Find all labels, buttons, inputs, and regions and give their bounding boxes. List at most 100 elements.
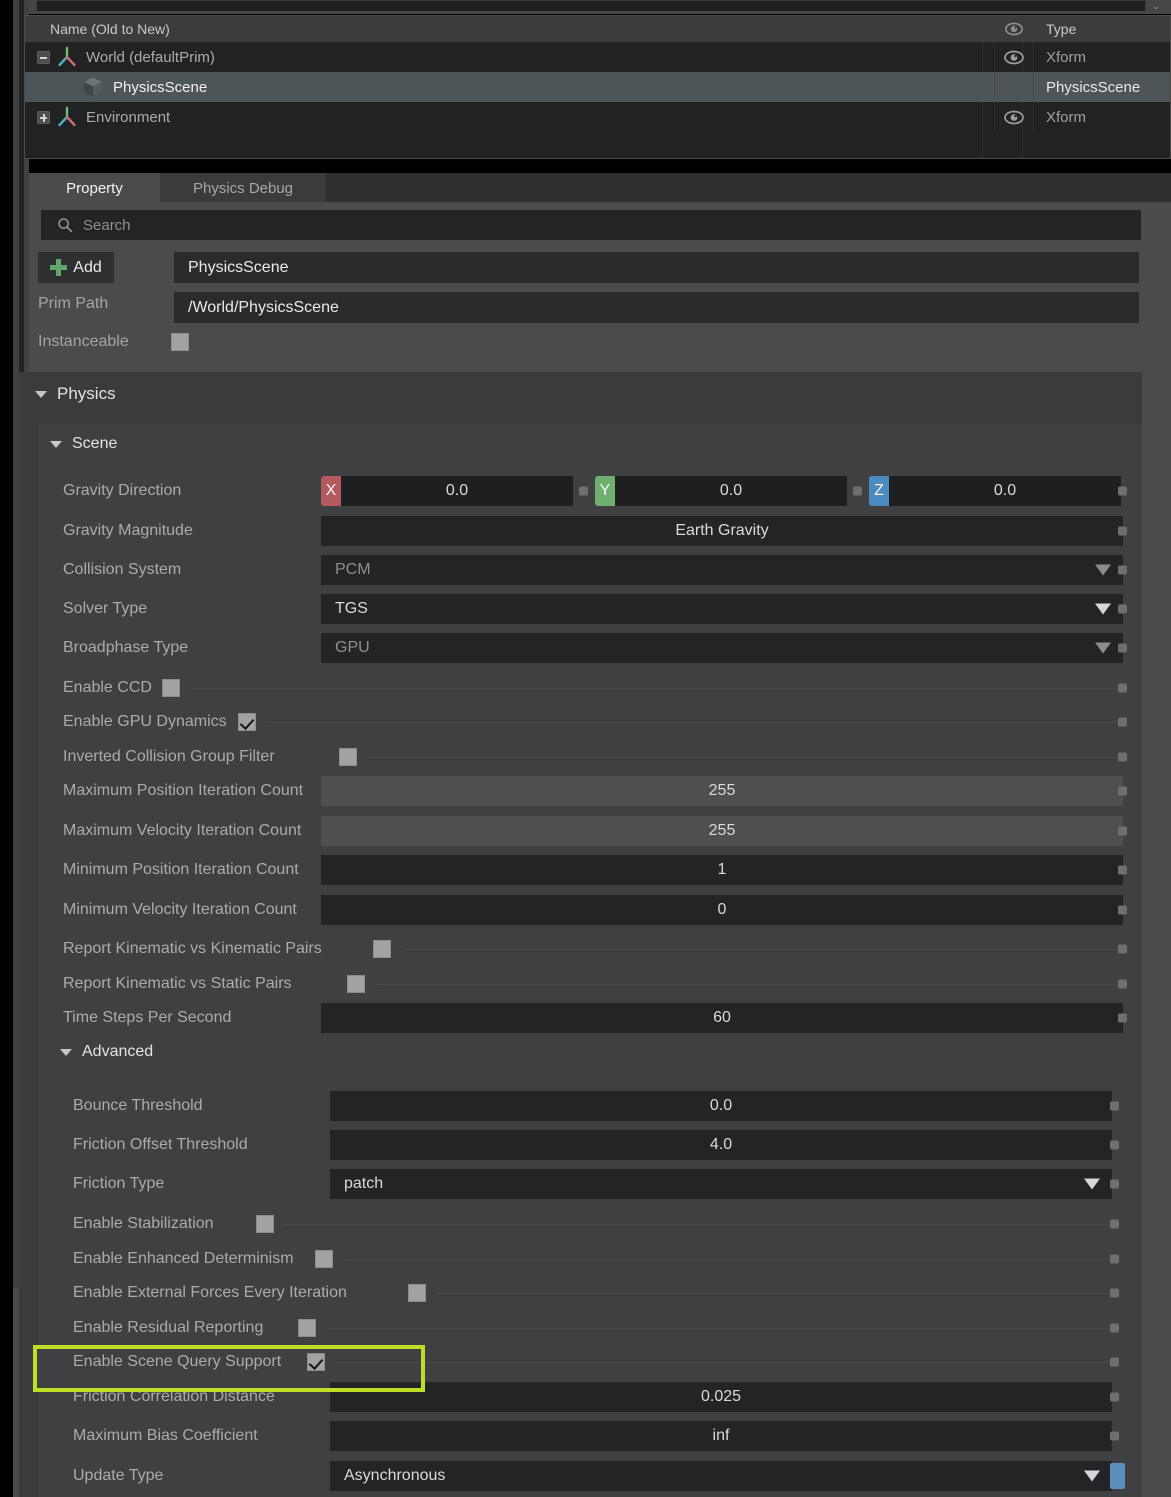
field-gravity-magnitude[interactable]: Earth Gravity xyxy=(321,515,1123,546)
field-minimum-velocity-iteration-count[interactable]: 0 xyxy=(321,894,1123,925)
property-override-button[interactable] xyxy=(1118,905,1127,914)
property-label-enable-scene-query-support: Enable Scene Query Support xyxy=(73,1352,282,1370)
instanceable-checkbox[interactable] xyxy=(171,333,189,351)
vector-component-x[interactable]: X 0.0 xyxy=(321,475,573,506)
checkbox-report-kinematic-vs-static-pairs[interactable] xyxy=(347,974,365,993)
property-override-button[interactable] xyxy=(1110,1254,1119,1263)
property-override-button[interactable] xyxy=(1110,1431,1119,1440)
expander-collapse-icon[interactable] xyxy=(37,50,50,64)
prim-path-field[interactable]: /World/PhysicsScene xyxy=(174,292,1139,323)
checkbox-box[interactable] xyxy=(339,747,357,766)
column-header-type[interactable]: Type xyxy=(1034,21,1170,37)
checkbox-box[interactable] xyxy=(162,678,180,697)
property-override-button[interactable] xyxy=(1110,1323,1119,1332)
checkbox-box[interactable] xyxy=(238,712,256,731)
tree-row-visibility-toggle[interactable] xyxy=(994,42,1034,72)
checkbox-box[interactable] xyxy=(315,1249,333,1268)
checkbox-enable-stabilization[interactable] xyxy=(256,1214,274,1233)
field-bounce-threshold[interactable]: 0.0 xyxy=(330,1090,1112,1121)
checkbox-enable-gpu-dynamics[interactable] xyxy=(238,712,256,731)
property-override-button[interactable] xyxy=(1118,486,1127,495)
field-friction-correlation-distance[interactable]: 0.025 xyxy=(330,1381,1112,1412)
vector-component-z[interactable]: Z 0.0 xyxy=(869,475,1121,506)
instanceable-label: Instanceable xyxy=(38,333,129,350)
physics-group-header[interactable]: Physics xyxy=(35,384,116,404)
stage-options-caret-icon[interactable]: ⌄ xyxy=(1152,1,1162,11)
property-search-input[interactable]: Search xyxy=(41,210,1141,240)
property-override-button[interactable] xyxy=(1118,826,1127,835)
tree-row-visibility-toggle[interactable] xyxy=(994,102,1034,132)
checkbox-box[interactable] xyxy=(373,939,391,958)
property-override-button[interactable] xyxy=(1110,1288,1119,1297)
checkbox-box[interactable] xyxy=(298,1318,316,1337)
row-separator-line xyxy=(337,1361,1113,1363)
field-collision-system[interactable]: PCM xyxy=(321,554,1123,585)
property-label-maximum-bias-coefficient: Maximum Bias Coefficient xyxy=(73,1426,258,1444)
field-maximum-velocity-iteration-count[interactable]: 255 xyxy=(321,815,1123,846)
tab-property[interactable]: Property xyxy=(29,173,160,203)
field-maximum-bias-coefficient[interactable]: inf xyxy=(330,1420,1112,1451)
field-time-steps-per-second[interactable]: 60 xyxy=(321,1002,1123,1033)
tree-row-world[interactable]: World (defaultPrim) Xform xyxy=(25,42,1170,72)
field-minimum-position-iteration-count[interactable]: 1 xyxy=(321,854,1123,885)
tree-row-visibility-toggle[interactable] xyxy=(994,72,1034,102)
field-update-type[interactable]: Asynchronous xyxy=(330,1460,1112,1491)
column-header-name[interactable]: Name (Old to New) xyxy=(25,21,994,37)
property-override-button[interactable] xyxy=(1118,717,1127,726)
scene-group-header[interactable]: Scene xyxy=(50,435,117,453)
checkbox-enable-ccd[interactable] xyxy=(162,678,180,697)
property-override-button[interactable] xyxy=(1118,643,1127,652)
field-broadphase-type[interactable]: GPU xyxy=(321,632,1123,663)
tree-row-environment[interactable]: Environment Xform xyxy=(25,102,1170,132)
expander-expand-icon[interactable] xyxy=(37,110,50,124)
stage-search-input-partial[interactable] xyxy=(36,0,1146,11)
field-maximum-position-iteration-count[interactable]: 255 xyxy=(321,775,1123,806)
checkbox-enable-scene-query-support[interactable] xyxy=(307,1352,325,1371)
vector-link-button[interactable] xyxy=(853,486,862,495)
property-override-button[interactable] xyxy=(1118,979,1127,988)
checkbox-enable-residual-reporting[interactable] xyxy=(298,1318,316,1337)
checkbox-enable-external-forces-every-iteration[interactable] xyxy=(408,1283,426,1302)
checkbox-box[interactable] xyxy=(347,974,365,993)
checkbox-enable-enhanced-determinism[interactable] xyxy=(315,1249,333,1268)
tree-row-label: PhysicsScene xyxy=(113,78,208,96)
tree-row-physicsscene[interactable]: PhysicsScene PhysicsScene xyxy=(25,72,1170,102)
property-override-button[interactable] xyxy=(1110,1101,1119,1110)
checkbox-report-kinematic-vs-kinematic-pairs[interactable] xyxy=(373,939,391,958)
property-row-bounce-threshold: Bounce Threshold 0.0 xyxy=(38,1086,1142,1125)
field-solver-type[interactable]: TGS xyxy=(321,593,1123,624)
property-override-button[interactable] xyxy=(1110,1179,1119,1188)
axis-value-x[interactable]: 0.0 xyxy=(341,475,573,506)
checkbox-box[interactable] xyxy=(256,1214,274,1233)
property-override-button[interactable] xyxy=(1118,683,1127,692)
add-button[interactable]: Add xyxy=(38,252,114,283)
instanceable-checkbox-wrap[interactable] xyxy=(171,333,189,351)
property-override-button[interactable] xyxy=(1118,565,1127,574)
property-override-button[interactable] xyxy=(1118,526,1127,535)
property-override-button[interactable] xyxy=(1110,1219,1119,1228)
property-override-button[interactable] xyxy=(1110,1140,1119,1149)
advanced-group-header[interactable]: Advanced xyxy=(60,1043,153,1061)
property-override-button[interactable] xyxy=(1118,944,1127,953)
tab-physics-debug[interactable]: Physics Debug xyxy=(160,173,326,203)
checkbox-box[interactable] xyxy=(307,1352,325,1371)
vector-link-button[interactable] xyxy=(579,486,588,495)
property-override-button[interactable] xyxy=(1118,1013,1127,1022)
axis-value-y[interactable]: 0.0 xyxy=(615,475,847,506)
field-friction-offset-threshold[interactable]: 4.0 xyxy=(330,1129,1112,1160)
prim-name-field[interactable]: PhysicsScene xyxy=(174,252,1139,283)
property-override-button[interactable] xyxy=(1118,604,1127,613)
chevron-down-icon xyxy=(50,440,62,448)
field-friction-type[interactable]: patch xyxy=(330,1168,1112,1199)
property-override-button[interactable] xyxy=(1118,752,1127,761)
property-override-button[interactable] xyxy=(1118,786,1127,795)
axis-value-z[interactable]: 0.0 xyxy=(889,475,1121,506)
checkbox-inverted-collision-group-filter[interactable] xyxy=(339,747,357,766)
property-override-button[interactable] xyxy=(1110,1357,1119,1366)
property-override-button[interactable] xyxy=(1110,1392,1119,1401)
property-override-button[interactable] xyxy=(1118,865,1127,874)
column-header-visibility[interactable] xyxy=(994,22,1034,36)
checkbox-box[interactable] xyxy=(408,1283,426,1302)
update-type-blue-indicator[interactable] xyxy=(1110,1462,1125,1489)
vector-component-y[interactable]: Y 0.0 xyxy=(595,475,847,506)
